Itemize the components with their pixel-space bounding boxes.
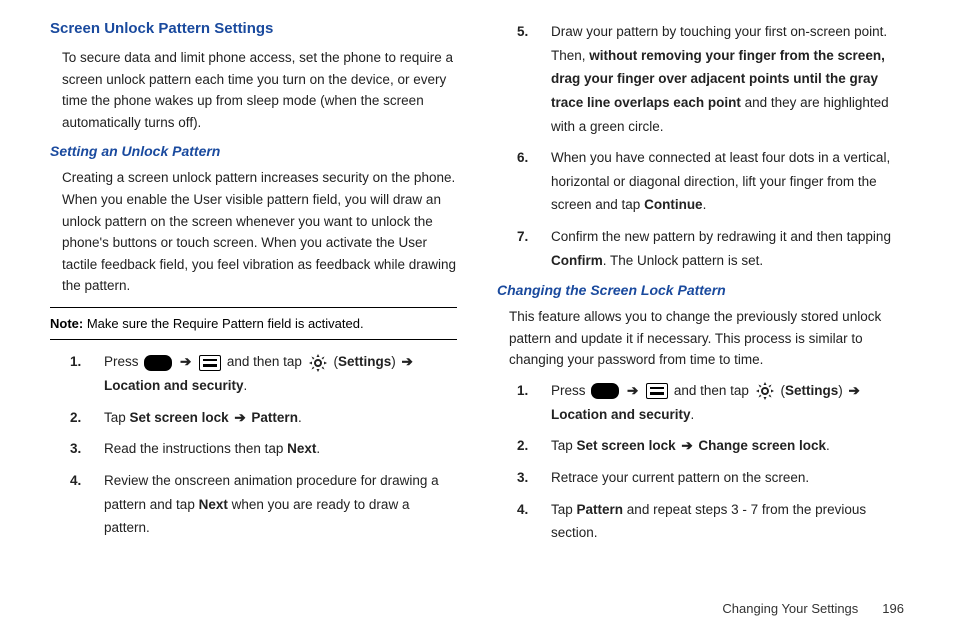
page-number: 196 — [882, 601, 904, 616]
footer-section: Changing Your Settings — [722, 601, 858, 616]
menu-button-icon — [646, 383, 668, 399]
steps-list-continued: Draw your pattern by touching your first… — [517, 20, 904, 272]
note-block: Note: Make sure the Require Pattern fiel… — [50, 307, 457, 341]
heading-main: Screen Unlock Pattern Settings — [50, 20, 457, 37]
sub2-paragraph: This feature allows you to change the pr… — [509, 306, 904, 371]
right-column: Draw your pattern by touching your first… — [497, 20, 904, 591]
step-6: When you have connected at least four do… — [517, 146, 904, 217]
step-c1: Press ➔ and then tap (Settings) ➔ Locati… — [517, 379, 904, 426]
gear-icon — [755, 381, 775, 401]
arrow-icon: ➔ — [180, 354, 191, 369]
subheading-changing-pattern: Changing the Screen Lock Pattern — [497, 282, 904, 298]
arrow-icon: ➔ — [681, 438, 692, 453]
note-text: Make sure the Require Pattern field is a… — [83, 316, 363, 331]
step-c4: Tap Pattern and repeat steps 3 - 7 from … — [517, 498, 904, 545]
arrow-icon: ➔ — [401, 354, 412, 369]
intro-paragraph: To secure data and limit phone access, s… — [62, 47, 457, 133]
steps-list-changing: Press ➔ and then tap (Settings) ➔ Locati… — [517, 379, 904, 545]
step-5: Draw your pattern by touching your first… — [517, 20, 904, 138]
step-7: Confirm the new pattern by redrawing it … — [517, 225, 904, 272]
step-c2: Tap Set screen lock ➔ Change screen lock… — [517, 434, 904, 458]
left-column: Screen Unlock Pattern Settings To secure… — [50, 20, 457, 591]
home-button-icon — [144, 355, 172, 371]
gear-icon — [308, 353, 328, 373]
page-footer: Changing Your Settings 196 — [50, 591, 904, 616]
arrow-icon: ➔ — [627, 383, 638, 398]
page-columns: Screen Unlock Pattern Settings To secure… — [50, 20, 904, 591]
note-label: Note: — [50, 316, 83, 331]
step-1: Press ➔ and then tap (Settings) ➔ Locati… — [70, 350, 457, 397]
menu-button-icon — [199, 355, 221, 371]
steps-list-setting: Press ➔ and then tap (Settings) ➔ Locati… — [70, 350, 457, 539]
step-3: Read the instructions then tap Next. — [70, 437, 457, 461]
sub1-paragraph: Creating a screen unlock pattern increas… — [62, 167, 457, 297]
home-button-icon — [591, 383, 619, 399]
step-c3: Retrace your current pattern on the scre… — [517, 466, 904, 490]
step-4: Review the onscreen animation procedure … — [70, 469, 457, 540]
subheading-setting-pattern: Setting an Unlock Pattern — [50, 143, 457, 159]
step-2: Tap Set screen lock ➔ Pattern. — [70, 406, 457, 430]
arrow-icon: ➔ — [848, 383, 859, 398]
arrow-icon: ➔ — [234, 410, 245, 425]
